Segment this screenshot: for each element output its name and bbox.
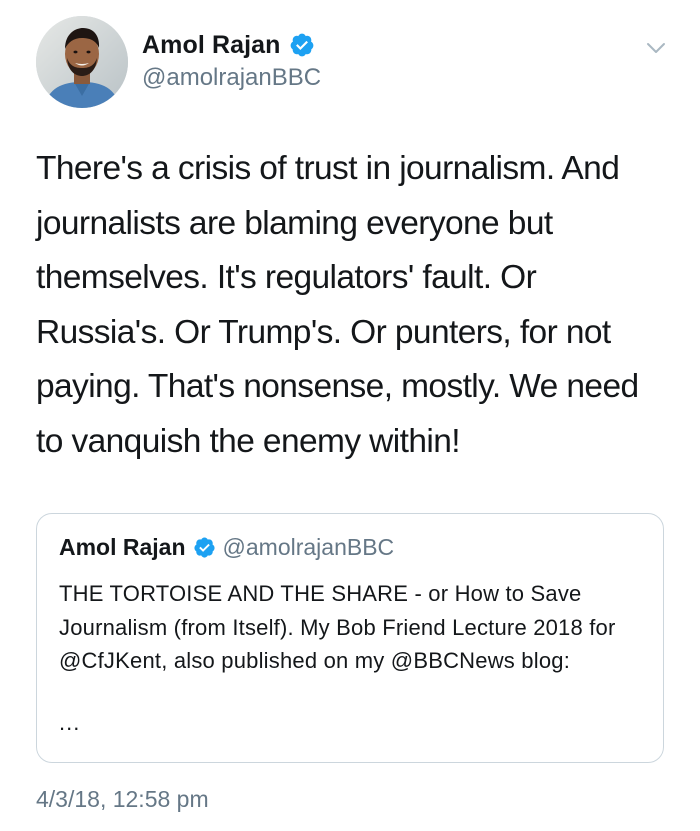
tweet-timestamp[interactable]: 4/3/18, 12:58 pm [36,786,209,813]
avatar[interactable] [36,16,128,108]
quoted-tweet-ellipsis: ... [59,710,81,735]
author-handle[interactable]: @amolrajanBBC [142,64,321,92]
tweet-card: Amol Rajan @amolrajanBBC There's a crisi… [0,0,700,831]
chevron-down-icon [647,43,665,53]
avatar-photo-icon [36,16,128,108]
author-name-row: Amol Rajan [142,30,321,60]
quoted-tweet[interactable]: Amol Rajan @amolrajanBBC THE TORTOISE AN… [36,513,664,763]
author-info: Amol Rajan @amolrajanBBC [142,30,321,92]
quoted-author-handle: @amolrajanBBC [222,534,395,560]
author-name[interactable]: Amol Rajan [142,31,281,60]
tweet-header: Amol Rajan @amolrajanBBC [36,16,670,108]
tweet-text: There's a crisis of trust in journalism.… [36,150,639,460]
tweet-menu-button[interactable] [642,34,670,62]
quoted-tweet-header: Amol Rajan @amolrajanBBC [59,534,394,561]
quoted-tweet-text: THE TORTOISE AND THE SHARE - or How to S… [59,581,616,673]
verified-badge-icon [193,536,216,559]
quoted-author-name: Amol Rajan [59,534,186,560]
verified-badge-icon [289,32,315,58]
